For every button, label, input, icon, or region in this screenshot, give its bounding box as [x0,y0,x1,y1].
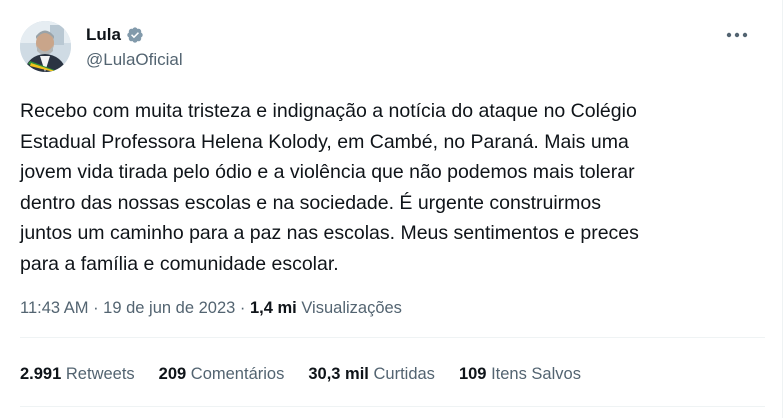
tweet-time[interactable]: 11:43 AM [20,299,89,317]
stat-label: Comentários [190,365,285,383]
stat-count: 2.991 [20,365,62,383]
stat-count: 109 [458,365,487,383]
stat-likes[interactable]: 30,3 mil Curtidas [308,363,435,385]
tweet-date[interactable]: 19 de jun de 2023 [103,299,235,317]
tweet-meta: 11:43 AM · 19 de jun de 2023 · 1,4 mi Vi… [20,297,402,319]
tweet-text-line: para a família e comunidade escolar. [20,252,339,275]
views-label: Visualizações [301,299,402,317]
stat-label: Retweets [65,365,135,383]
verified-badge-icon [126,26,144,44]
stat-retweets[interactable]: 2.991 Retweets [20,363,135,385]
divider [20,337,765,338]
tweet-text-line: jovem vida tirada pelo ódio e a violênci… [20,161,635,183]
tweet-text: Recebo com muita tristeza e indignação a… [20,96,735,279]
stat-bookmarks[interactable]: 109 Itens Salvos [459,363,581,385]
tweet-text-line: Recebo com muita tristeza e indignação a… [20,100,637,122]
author-name-row[interactable]: Lula [86,25,144,45]
author-name[interactable]: Lula [86,25,121,45]
avatar[interactable] [20,21,71,72]
tweet-text-line: Estadual Professora Helena Kolody, em Ca… [20,130,629,153]
stat-label: Itens Salvos [491,365,581,383]
tweet-text-line: juntos um caminho para a paz nas escolas… [20,222,639,244]
stat-label: Curtidas [373,365,435,383]
more-horizontal-icon[interactable] [724,24,750,46]
meta-separator: · [88,299,104,317]
stat-count: 209 [158,365,187,383]
tweet-card: Lula @LulaOficial Recebo com muita trist… [0,0,783,418]
author-handle[interactable]: @LulaOficial [86,50,183,70]
tweet-text-line: dentro das nossas escolas e na sociedade… [20,191,602,214]
views-count: 1,4 mi [249,299,297,317]
stat-comments[interactable]: 209 Comentários [159,363,285,385]
meta-separator: · [235,299,250,317]
divider [20,406,765,407]
avatar-image [20,21,71,72]
engagement-stats: 2.991 Retweets 209 Comentários 30,3 mil … [20,363,581,385]
stat-count: 30,3 mil [308,365,369,383]
